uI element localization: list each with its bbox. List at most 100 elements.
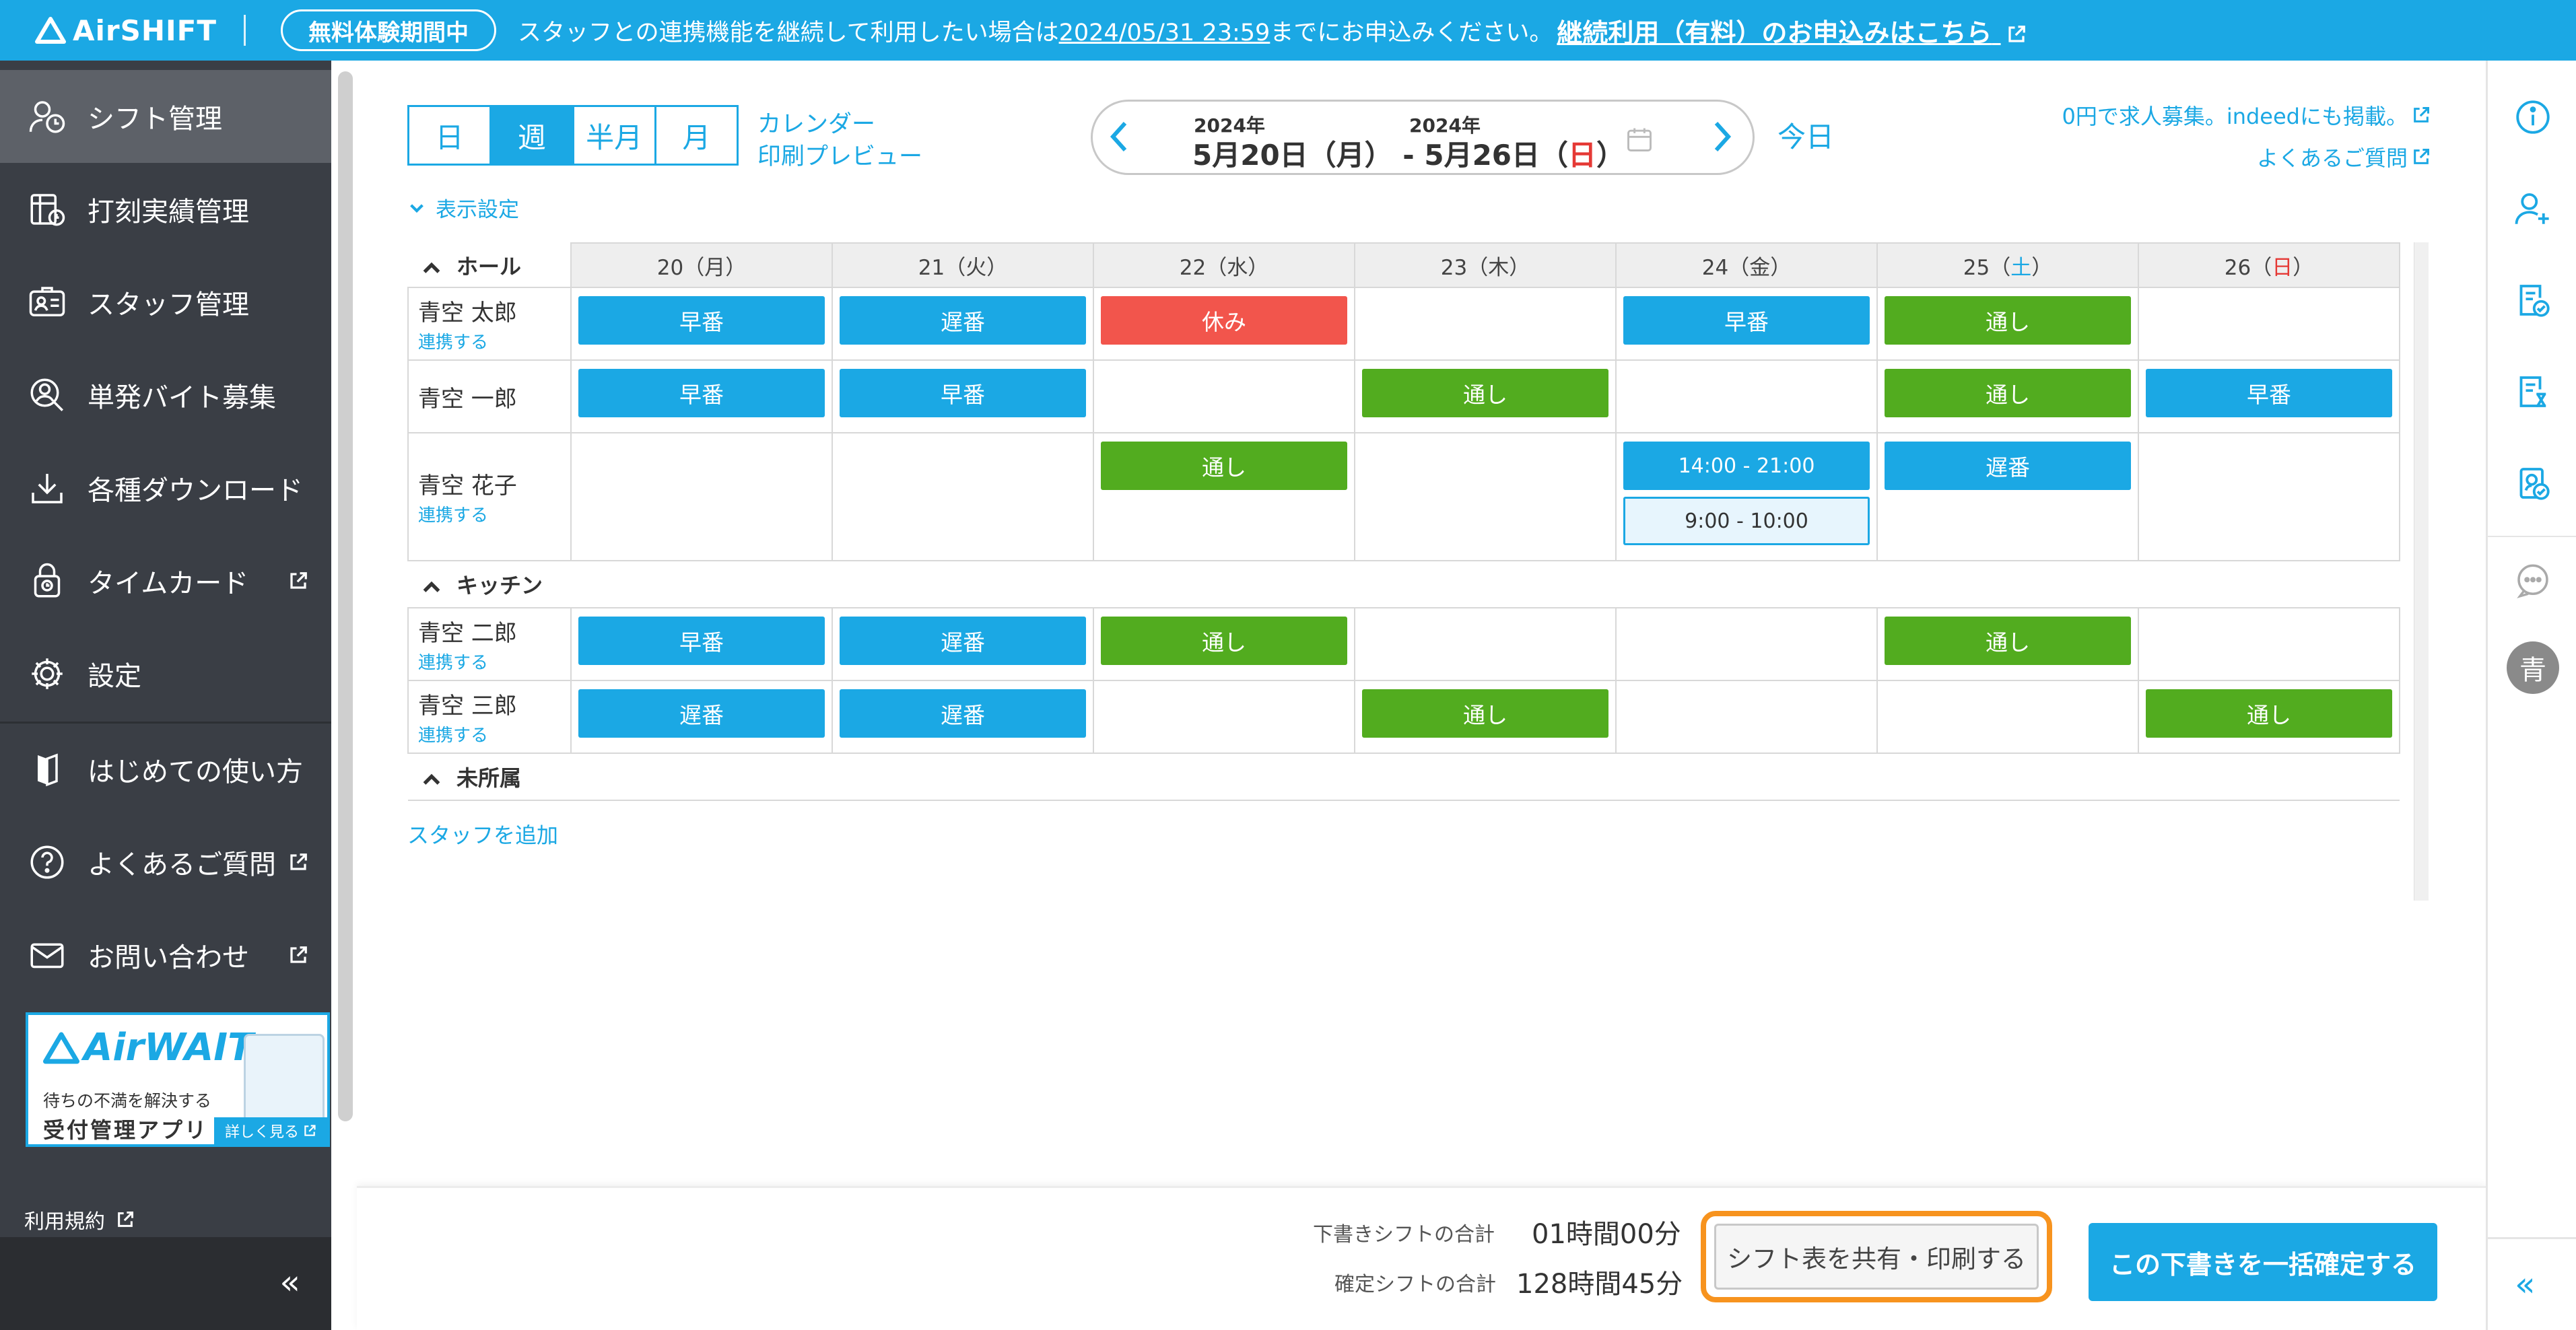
shift-cell[interactable]: 早番 [832,359,1094,433]
shift-block[interactable]: 遅番 [1885,442,2131,490]
link-staff-link[interactable]: 連携する [418,649,561,674]
sidebar-item-timecard[interactable]: タイムカード [0,534,331,627]
document-check-icon[interactable] [2513,463,2553,503]
sidebar-item-faq[interactable]: よくあるご質問 [0,816,331,909]
shift-cell[interactable]: 遅番 [832,607,1094,681]
shift-block[interactable]: 早番 [578,369,825,417]
shift-block[interactable]: 遅番 [840,296,1086,345]
tab-half-month[interactable]: 半月 [574,107,656,164]
tab-week[interactable]: 週 [492,107,574,164]
sidebar-item-timesheet[interactable]: 打刻実績管理 [0,163,331,256]
shift-block[interactable]: 遅番 [578,689,825,738]
shift-block[interactable]: 早番 [2146,369,2392,417]
shift-cell[interactable]: 早番 [2138,359,2400,433]
shift-cell[interactable] [2138,607,2400,681]
staff-name[interactable]: 青空 三郎 [418,687,561,720]
shift-block[interactable]: 遅番 [840,689,1086,738]
tab-day[interactable]: 日 [409,107,492,164]
ad-more-link[interactable]: 詳しく見る [214,1117,327,1144]
shift-cell[interactable] [1354,607,1617,681]
confirm-all-drafts-button[interactable]: この下書きを一括確定する [2089,1223,2437,1301]
shift-block[interactable]: 早番 [578,617,825,665]
calendar-picker-icon[interactable] [1625,125,1654,157]
shift-block[interactable]: 通し [1362,689,1608,738]
shift-cell[interactable]: 通し [1093,432,1355,561]
shift-cell[interactable] [1093,680,1355,754]
shift-cell[interactable] [2138,287,2400,361]
prev-week-button[interactable] [1106,116,1133,166]
shift-block[interactable]: 9:00 - 10:00 [1623,497,1870,545]
shift-cell[interactable] [1354,287,1617,361]
shift-cell[interactable]: 通し [1876,287,2139,361]
add-person-icon[interactable] [2513,188,2553,229]
staff-name[interactable]: 青空 太郎 [418,294,561,327]
user-avatar[interactable]: 青 [2507,641,2559,694]
shift-block[interactable]: 通し [1101,442,1347,490]
shift-cell[interactable]: 早番 [570,287,833,361]
terms-link[interactable]: 利用規約 [24,1205,135,1234]
shift-block[interactable]: 早番 [1623,296,1870,345]
shift-cell[interactable]: 通し [1876,359,2139,433]
tab-month[interactable]: 月 [656,107,737,164]
shift-block[interactable]: 通し [1885,296,2131,345]
shift-cell[interactable]: 早番 [1615,287,1878,361]
shift-cell[interactable]: 14:00 - 21:00 9:00 - 10:00 [1615,432,1878,561]
shift-check-icon[interactable] [2513,280,2553,320]
shift-cell[interactable] [1876,680,2139,754]
shift-cell[interactable] [1615,680,1878,754]
recruit-link[interactable]: 0円で求人募集。indeedにも掲載。 [2062,100,2431,131]
shift-cell[interactable]: 通し [1354,359,1617,433]
sidebar-scrollbar[interactable] [338,71,353,1121]
shift-cell[interactable]: 遅番 [570,680,833,754]
sidebar-item-download[interactable]: 各種ダウンロード [0,442,331,534]
link-staff-link[interactable]: 連携する [418,501,561,526]
link-staff-link[interactable]: 連携する [418,722,561,746]
continue-signup-link[interactable]: 継続利用（有料）のお申込みはこちら [1557,12,2026,49]
staff-name[interactable]: 青空 一郎 [418,380,561,413]
today-button[interactable]: 今日 [1777,114,1834,155]
shift-cell[interactable] [1615,607,1878,681]
shift-cell[interactable]: 通し [1093,607,1355,681]
shift-cell[interactable] [570,432,833,561]
shift-cell[interactable]: 早番 [570,607,833,681]
calendar-link[interactable]: カレンダー [757,105,875,139]
shift-block[interactable]: 早番 [578,296,825,345]
share-print-button[interactable]: シフト表を共有・印刷する [1714,1224,2039,1290]
shift-block[interactable]: 通し [1101,617,1347,665]
display-settings-toggle[interactable]: 表示設定 [407,193,519,223]
group-header[interactable]: 未所属 [408,753,2400,801]
airwait-ad-banner[interactable]: AirWAIT 待ちの不満を解決する 受付管理アプリ 詳しく見る [26,1012,330,1147]
shift-block[interactable]: 遅番 [840,617,1086,665]
shift-cell[interactable]: 遅番 [832,287,1094,361]
shift-clock-icon[interactable] [2513,372,2553,412]
shift-block[interactable]: 早番 [840,369,1086,417]
shift-cell[interactable] [1615,359,1878,433]
shift-cell[interactable]: 休み [1093,287,1355,361]
shift-block[interactable]: 通し [1885,617,2131,665]
shift-cell[interactable] [1093,359,1355,433]
collapse-right-panel-button[interactable]: « [2515,1267,2536,1301]
sidebar-item-settings[interactable]: 設定 [0,627,331,720]
sidebar-item-shift-management[interactable]: シフト管理 [0,70,331,163]
table-scrollbar[interactable] [2414,242,2429,901]
link-staff-link[interactable]: 連携する [418,328,561,353]
shift-cell[interactable]: 早番 [570,359,833,433]
collapse-sidebar-button[interactable]: « [279,1265,300,1299]
print-preview-link[interactable]: 印刷プレビュー [757,137,922,172]
info-icon[interactable] [2513,97,2553,137]
add-staff-link[interactable]: スタッフを追加 [407,818,558,849]
group-header[interactable]: キッチン [408,561,2400,608]
shift-cell[interactable]: 通し [1876,607,2139,681]
next-week-button[interactable] [1708,116,1735,166]
shift-cell[interactable]: 遅番 [832,680,1094,754]
shift-block[interactable]: 通し [1885,369,2131,417]
sidebar-item-job-recruit[interactable]: 単発バイト募集 [0,349,331,442]
shift-block[interactable]: 通し [1362,369,1608,417]
shift-block[interactable]: 通し [2146,689,2392,738]
shift-cell[interactable] [832,432,1094,561]
staff-name[interactable]: 青空 二郎 [418,615,561,648]
shift-cell[interactable]: 通し [1354,680,1617,754]
shift-cell[interactable] [1354,432,1617,561]
sidebar-item-contact[interactable]: お問い合わせ [0,909,331,1002]
staff-name[interactable]: 青空 花子 [418,467,561,500]
